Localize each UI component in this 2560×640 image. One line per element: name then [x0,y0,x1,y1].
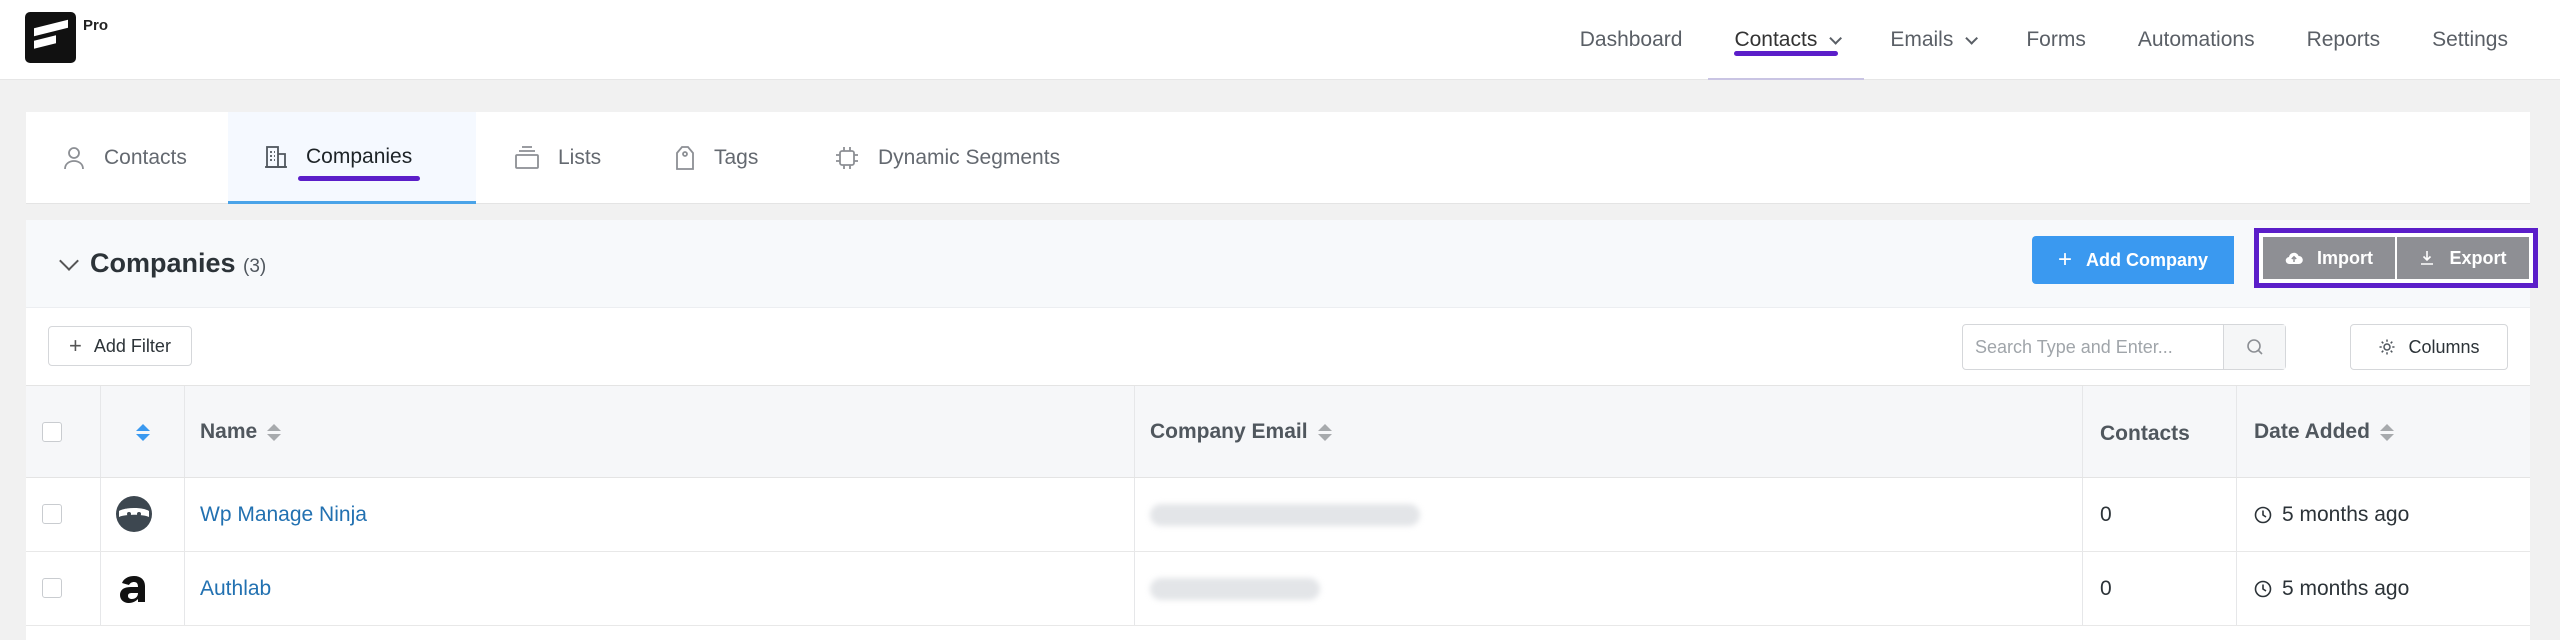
select-all-checkbox[interactable] [42,422,62,442]
nav-reports[interactable]: Reports [2281,0,2407,80]
contacts-count: 0 [2100,503,2112,526]
chevron-down-icon [1829,31,1843,45]
search-button[interactable] [2223,325,2285,369]
sub-tabs: Contacts Companies Lists Tags Dynamic Se… [26,112,2530,204]
header-label: Contacts [2100,422,2190,445]
column-header-date-added[interactable]: Date Added [2254,386,2394,478]
tab-label: Tags [714,146,759,169]
companies-panel: Companies (3) + Add Company Import Expor… [26,220,2538,640]
search-field [1962,324,2286,370]
chip-icon [834,145,860,171]
table-header: Name Company Email Contacts Date Added [26,386,2530,478]
pro-badge: Pro [83,17,109,34]
user-icon [62,145,86,171]
tab-lists[interactable]: Lists [478,112,638,204]
clock-icon [2254,580,2272,598]
date-added: 5 months ago [2254,552,2409,626]
date-text: 5 months ago [2282,503,2410,526]
nav-automations[interactable]: Automations [2112,0,2281,80]
nav-emails[interactable]: Emails [1864,0,2000,80]
active-nav-indicator [1708,78,1865,80]
company-name-link[interactable]: Wp Manage Ninja [200,478,367,552]
tab-label: Dynamic Segments [878,146,1061,169]
panel-header: Companies (3) + Add Company Import Expor… [26,220,2538,308]
companies-count: (3) [243,256,267,277]
export-button[interactable]: Export [2397,237,2529,279]
nav-label: Settings [2432,28,2508,51]
company-name-link[interactable]: Authlab [200,552,271,626]
sort-icon [2379,423,2394,441]
header-label: Company Email [1150,420,1308,443]
contacts-count: 0 [2100,577,2112,600]
company-email [1150,478,1420,552]
date-text: 5 months ago [2282,577,2410,600]
nav-contacts[interactable]: Contacts [1708,0,1865,80]
table-row[interactable]: Wp Manage Ninja 0 5 months ago [26,478,2530,552]
chevron-down-icon[interactable] [59,251,79,271]
gear-icon [2378,338,2396,356]
add-filter-button[interactable]: + Add Filter [48,326,192,366]
table-row[interactable]: Authlab 0 5 months ago [26,552,2530,626]
tab-label: Companies [297,144,421,181]
row-checkbox[interactable] [42,504,62,524]
nav-label: Automations [2137,28,2255,51]
row-checkbox[interactable] [42,578,62,598]
cloud-upload-icon [2285,251,2303,265]
add-company-button[interactable]: + Add Company [2032,236,2234,284]
header-label: Date Added [2254,420,2370,443]
nav-label: Forms [2026,28,2086,51]
nav-label: Dashboard [1579,28,1683,51]
sort-icon [136,423,150,441]
stack-icon [514,146,540,170]
header-label: Name [200,420,258,443]
plus-icon: + [2057,246,2072,273]
column-header-name[interactable]: Name [200,386,282,478]
search-input[interactable] [1975,335,2215,359]
nav-label: Reports [2306,28,2381,51]
nav-dashboard[interactable]: Dashboard [1554,0,1709,80]
nav-label: Emails [1890,28,1954,51]
tab-contacts[interactable]: Contacts [26,112,226,204]
building-icon [264,144,288,170]
button-label: Export [2449,247,2507,268]
sort-default-toggle[interactable] [126,386,150,478]
nav-forms[interactable]: Forms [2000,0,2112,80]
import-export-highlight: Import Export [2254,228,2538,288]
page-title: Companies [90,248,236,278]
chevron-down-icon [1965,31,1979,45]
authlab-logo-icon [114,568,154,608]
filter-bar: + Add Filter Columns [26,308,2530,386]
tab-label: Lists [558,146,602,169]
import-button[interactable]: Import [2263,237,2395,279]
tab-companies[interactable]: Companies [228,112,476,204]
button-label: Columns [2408,336,2480,357]
tab-dynamic-segments[interactable]: Dynamic Segments [798,112,1098,204]
button-label: Add Company [2086,249,2209,270]
download-icon [2419,250,2435,266]
tab-tags[interactable]: Tags [638,112,798,204]
sort-icon [267,423,282,441]
tag-icon [674,145,696,171]
column-header-contacts: Contacts [2100,388,2190,480]
nav-label: Contacts [1734,28,1818,51]
nav-settings[interactable]: Settings [2406,0,2560,80]
columns-button[interactable]: Columns [2350,324,2508,370]
company-email [1150,552,1320,626]
button-label: Import [2317,247,2373,268]
app-logo-icon[interactable] [25,12,76,63]
sort-icon [1317,423,1332,441]
date-added: 5 months ago [2254,478,2409,552]
main-nav: Dashboard Contacts Emails Forms Automati… [1554,0,2560,80]
plus-icon: + [69,333,82,358]
top-navbar: Pro Dashboard Contacts Emails Forms Auto… [0,0,2560,80]
tab-label: Contacts [104,146,187,169]
button-label: Add Filter [93,335,171,356]
clock-icon [2254,506,2272,524]
column-header-email[interactable]: Company Email [1150,386,1332,478]
search-icon [2246,338,2264,356]
ninja-logo-icon [114,494,154,534]
